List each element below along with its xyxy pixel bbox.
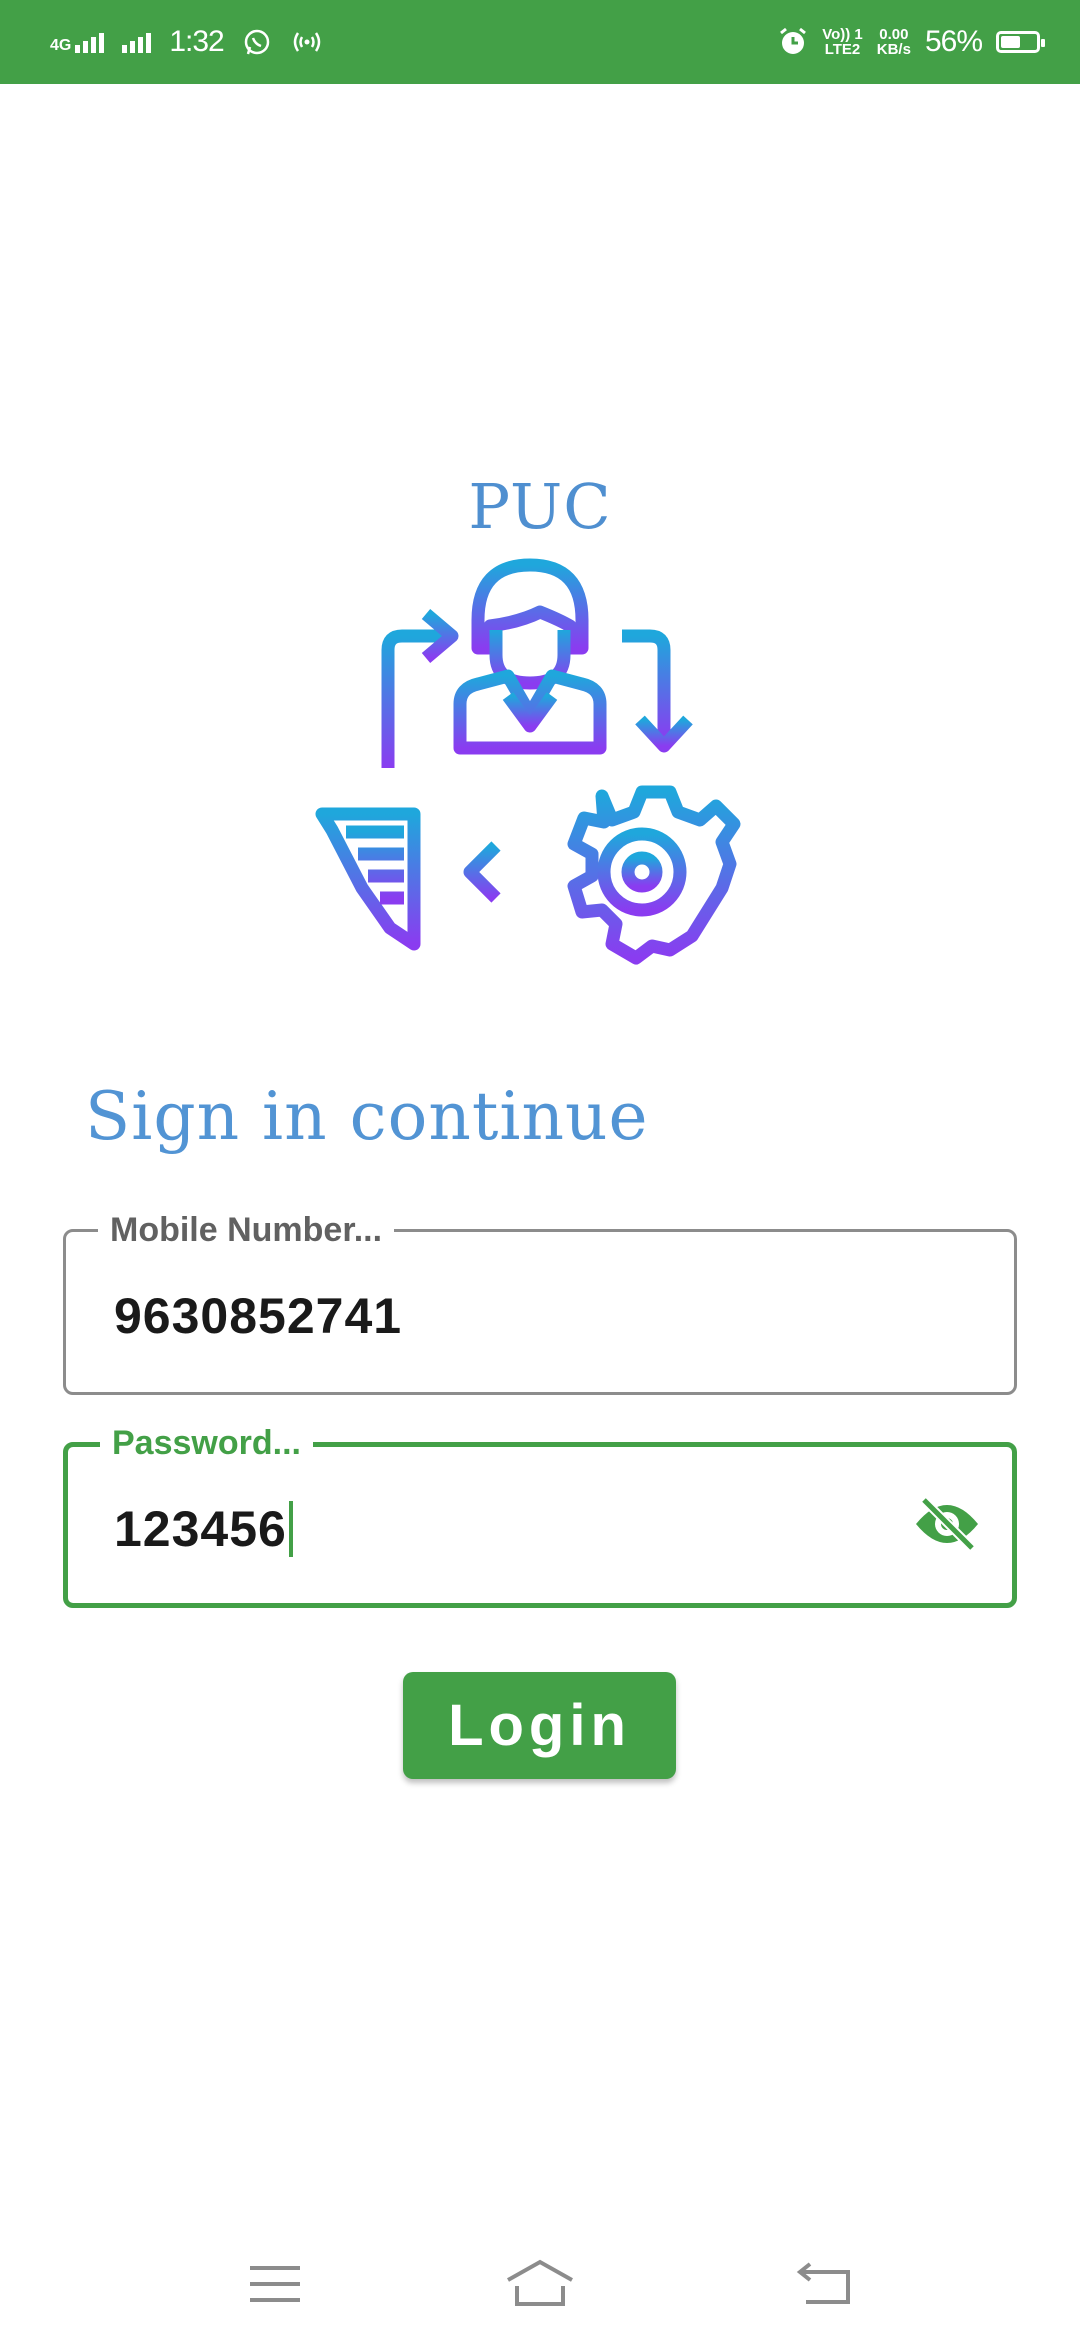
eye-off-icon[interactable] [912,1494,982,1554]
lte-label: LTE2 [824,41,861,58]
mobile-number-input[interactable]: 9630852741 [114,1287,402,1345]
password-field[interactable]: Password... 123456 [63,1423,1017,1608]
alarm-icon [780,27,807,54]
mobile-number-field[interactable]: Mobile Number... 9630852741 [63,1210,1017,1395]
battery-icon [996,31,1045,53]
whatsapp-icon [244,29,269,55]
speed-unit: KB/s [876,41,911,58]
puc-process-logo-icon [315,558,741,965]
home-icon[interactable] [505,2254,575,2314]
speed-value: 0.00 [879,26,909,43]
network-type: 4G [50,37,72,54]
menu-icon[interactable] [240,2254,310,2314]
network-speed: 0.00 KB/s [877,27,911,57]
status-bar: 4G 1:32 Vo)) 1 LTE2 0.00 KB/s 56% [0,0,1080,84]
sign-in-heading: Sign in continue [85,1078,649,1155]
signal-icon: 4G [50,31,105,54]
password-label: Password... [100,1423,313,1463]
logo-title: PUC [468,470,612,543]
volte-indicator: Vo)) 1 LTE2 [822,27,863,57]
battery-percent: 56% [924,25,983,58]
hotspot-icon [293,32,320,52]
battery-level [1001,36,1020,48]
password-input[interactable]: 123456 [114,1500,293,1558]
mobile-number-label: Mobile Number... [98,1210,395,1250]
password-value: 123456 [114,1501,287,1557]
back-icon[interactable] [790,2254,860,2314]
login-button[interactable]: Login [403,1672,676,1779]
system-nav-bar [0,2220,1080,2340]
app-logo: PUC [310,470,770,1000]
signal-2-icon [122,31,152,53]
volte-label: Vo)) 1 [822,26,863,43]
text-cursor [288,1501,293,1557]
status-time: 1:32 [169,25,224,58]
